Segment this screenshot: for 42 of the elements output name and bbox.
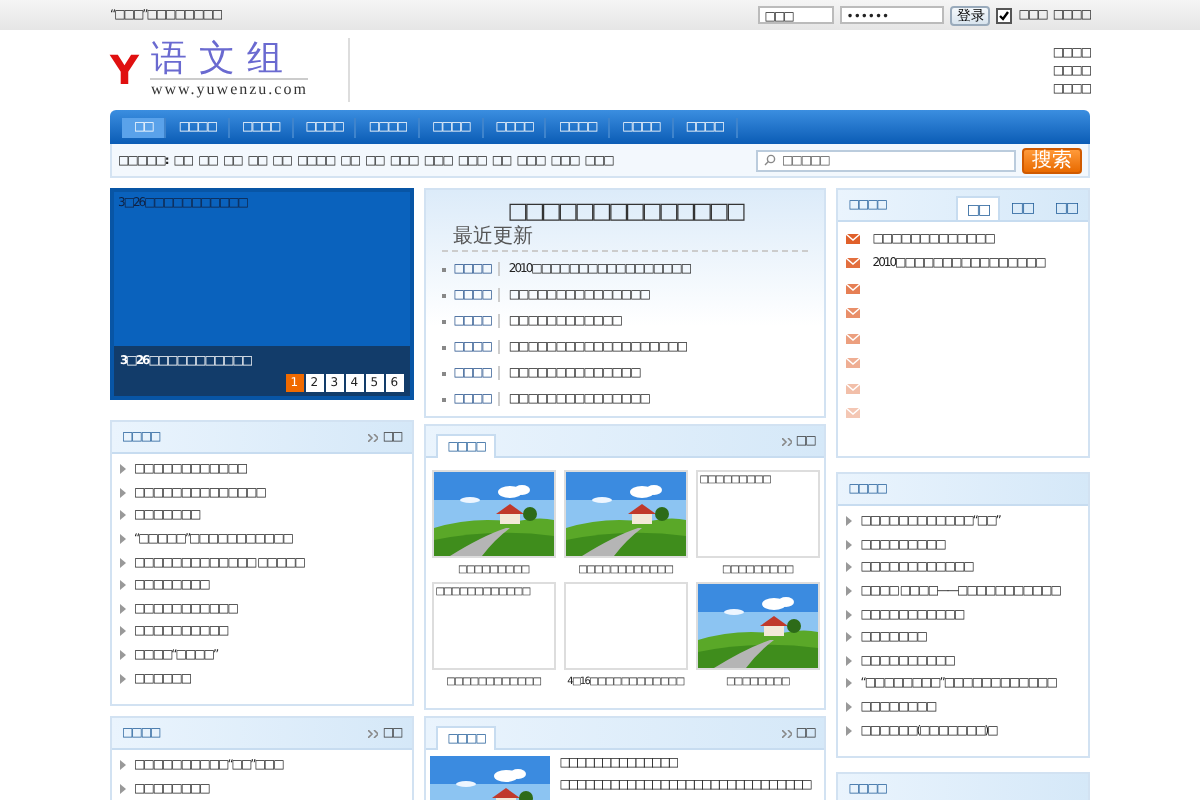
double-arrow-icon [781,729,792,737]
news-title: □□□□□□□□□□□□□□ [505,198,746,224]
mail-icon [846,258,861,269]
bullet-icon [846,562,853,573]
mail-icon [846,308,861,319]
bullet-icon [120,673,126,684]
bullet-icon [120,534,126,545]
remember-checkbox[interactable] [996,7,1013,23]
logo-url: www.yuwenzu.com [150,80,308,98]
broken-image [563,582,688,670]
news-subtitle: 最近更新 [441,224,809,252]
bullet-icon [846,702,853,713]
bullet-icon [120,557,126,568]
bullet-icon [846,539,853,550]
bullet-icon [846,655,853,666]
double-arrow-icon [368,433,379,441]
bullet-icon [846,678,853,689]
bullet-icon [846,516,853,527]
bullet-icon [846,725,853,736]
double-arrow-icon [368,729,379,737]
mail-icon [846,358,861,369]
mail-icon [846,383,861,394]
bullet-icon [120,510,126,521]
bullet-icon [120,580,126,591]
logo-mark: Y [110,46,139,94]
bullet-icon [120,487,126,498]
bullet-icon [120,650,126,661]
bullet-icon [120,760,126,771]
mail-icon [846,233,861,244]
logo-name: 语文组 [150,42,308,80]
search-icon [764,154,776,166]
mail-icon [846,283,861,294]
bullet-icon [120,783,126,794]
mail-icon [846,333,861,344]
bullet-icon [846,632,853,643]
bullet-icon [120,603,126,614]
mail-icon [846,408,861,419]
bullet-icon [846,586,853,597]
bullet-icon [120,626,126,637]
bullet-icon [846,609,853,620]
bullet-icon [120,464,126,475]
double-arrow-icon [781,437,792,445]
